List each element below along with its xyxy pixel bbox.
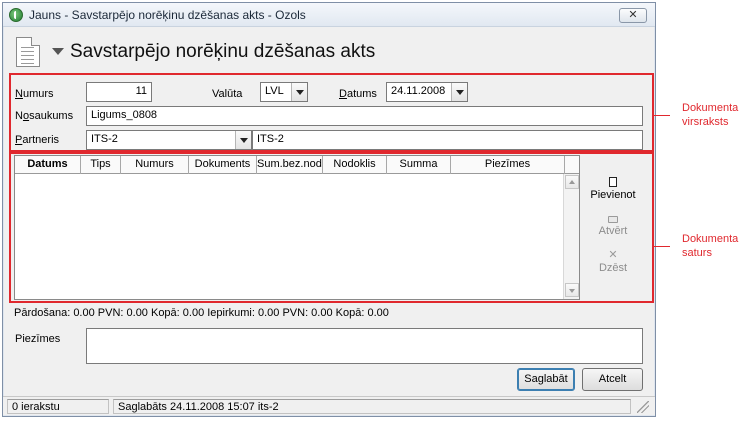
header-annotation: Dokumenta virsraksts xyxy=(682,101,738,129)
partneris-name-field: ITS-2 xyxy=(252,130,643,150)
content-annotation-line xyxy=(654,246,670,247)
content-annotation: Dokumenta saturs xyxy=(682,232,738,260)
resize-grip-icon[interactable] xyxy=(637,401,649,413)
save-button[interactable]: Saglabāt xyxy=(517,368,575,391)
datums-value: 24.11.2008 xyxy=(391,85,446,97)
delete-icon: ✕ xyxy=(608,249,618,261)
calendar-dropdown-icon[interactable] xyxy=(451,83,467,101)
add-line-button[interactable]: Pievienot xyxy=(583,177,643,201)
document-icon xyxy=(16,37,40,67)
add-line-label: Pievienot xyxy=(590,189,636,201)
partneris-label: Partneris xyxy=(15,134,60,146)
datums-label: Datums xyxy=(339,88,377,100)
chevron-down-icon[interactable] xyxy=(52,48,64,55)
column-header-sum-bez-nod[interactable]: Sum.bez.nod. xyxy=(257,156,323,174)
column-header-nodoklis[interactable]: Nodoklis xyxy=(323,156,387,174)
delete-line-label: Dzēst xyxy=(598,262,628,274)
close-button[interactable]: ✕ xyxy=(619,8,647,23)
column-header-dokuments[interactable]: Dokuments xyxy=(189,156,257,174)
scroll-up-icon[interactable] xyxy=(565,175,579,189)
chevron-down-icon[interactable] xyxy=(291,83,307,101)
notes-label: Piezīmes xyxy=(15,333,61,345)
header-annotation-line1: Dokumenta xyxy=(682,102,739,114)
record-count: 0 ierakstu xyxy=(7,399,109,414)
open-line-button[interactable]: Atvērt xyxy=(583,213,643,237)
notes-textarea[interactable] xyxy=(86,328,643,364)
grid-header: Datums Tips Numurs Dokuments Sum.bez.nod… xyxy=(15,156,579,174)
column-header-summa[interactable]: Summa xyxy=(387,156,451,174)
chevron-down-icon[interactable] xyxy=(235,131,251,149)
status-message: Saglabāts 24.11.2008 15:07 its-2 xyxy=(113,399,631,414)
close-icon: ✕ xyxy=(628,9,638,21)
content-annotation-line1: Dokumenta xyxy=(682,233,739,245)
partneris-select[interactable]: ITS-2 xyxy=(86,130,252,150)
valuta-label: Valūta xyxy=(212,88,243,100)
delete-line-button[interactable]: ✕ Dzēst xyxy=(583,249,643,275)
column-header-datums[interactable]: Datums xyxy=(15,156,81,174)
column-header-spacer xyxy=(565,156,579,174)
numurs-label: Numurs xyxy=(15,88,54,100)
grid-scrollbar[interactable] xyxy=(563,174,579,299)
open-line-label: Atvērt xyxy=(598,225,628,237)
datums-field[interactable]: 24.11.2008 xyxy=(386,82,468,102)
nosaukums-field[interactable]: Ligums_0808 xyxy=(86,106,643,126)
header-annotation-line xyxy=(654,115,670,116)
partneris-code: ITS-2 xyxy=(91,133,118,145)
nosaukums-label: Nosaukums xyxy=(15,110,74,122)
column-header-tips[interactable]: Tips xyxy=(81,156,121,174)
column-header-numurs[interactable]: Numurs xyxy=(121,156,189,174)
app-logo-icon xyxy=(9,8,23,22)
totals-summary: Pārdošana: 0.00 PVN: 0.00 Kopā: 0.00 Iep… xyxy=(14,307,389,319)
numurs-field[interactable]: 11 xyxy=(86,82,152,102)
column-header-piezimes[interactable]: Piezīmes xyxy=(451,156,565,174)
status-bar: 0 ierakstu Saglabāts 24.11.2008 15:07 it… xyxy=(3,396,655,415)
open-folder-icon xyxy=(608,216,618,223)
valuta-value: LVL xyxy=(265,85,284,97)
page-title: Savstarpējo norēķinu dzēšanas akts xyxy=(70,41,376,62)
window-title: Jauns - Savstarpējo norēķinu dzēšanas ak… xyxy=(29,8,306,22)
title-bar[interactable]: Jauns - Savstarpējo norēķinu dzēšanas ak… xyxy=(3,3,655,27)
lines-grid[interactable]: Datums Tips Numurs Dokuments Sum.bez.nod… xyxy=(14,155,580,300)
scroll-down-icon[interactable] xyxy=(565,283,579,297)
valuta-select[interactable]: LVL xyxy=(260,82,308,102)
header-annotation-line2: virsraksts xyxy=(682,116,729,128)
new-document-icon xyxy=(609,177,617,187)
content-annotation-line2: saturs xyxy=(682,247,712,259)
cancel-button[interactable]: Atcelt xyxy=(582,368,643,391)
